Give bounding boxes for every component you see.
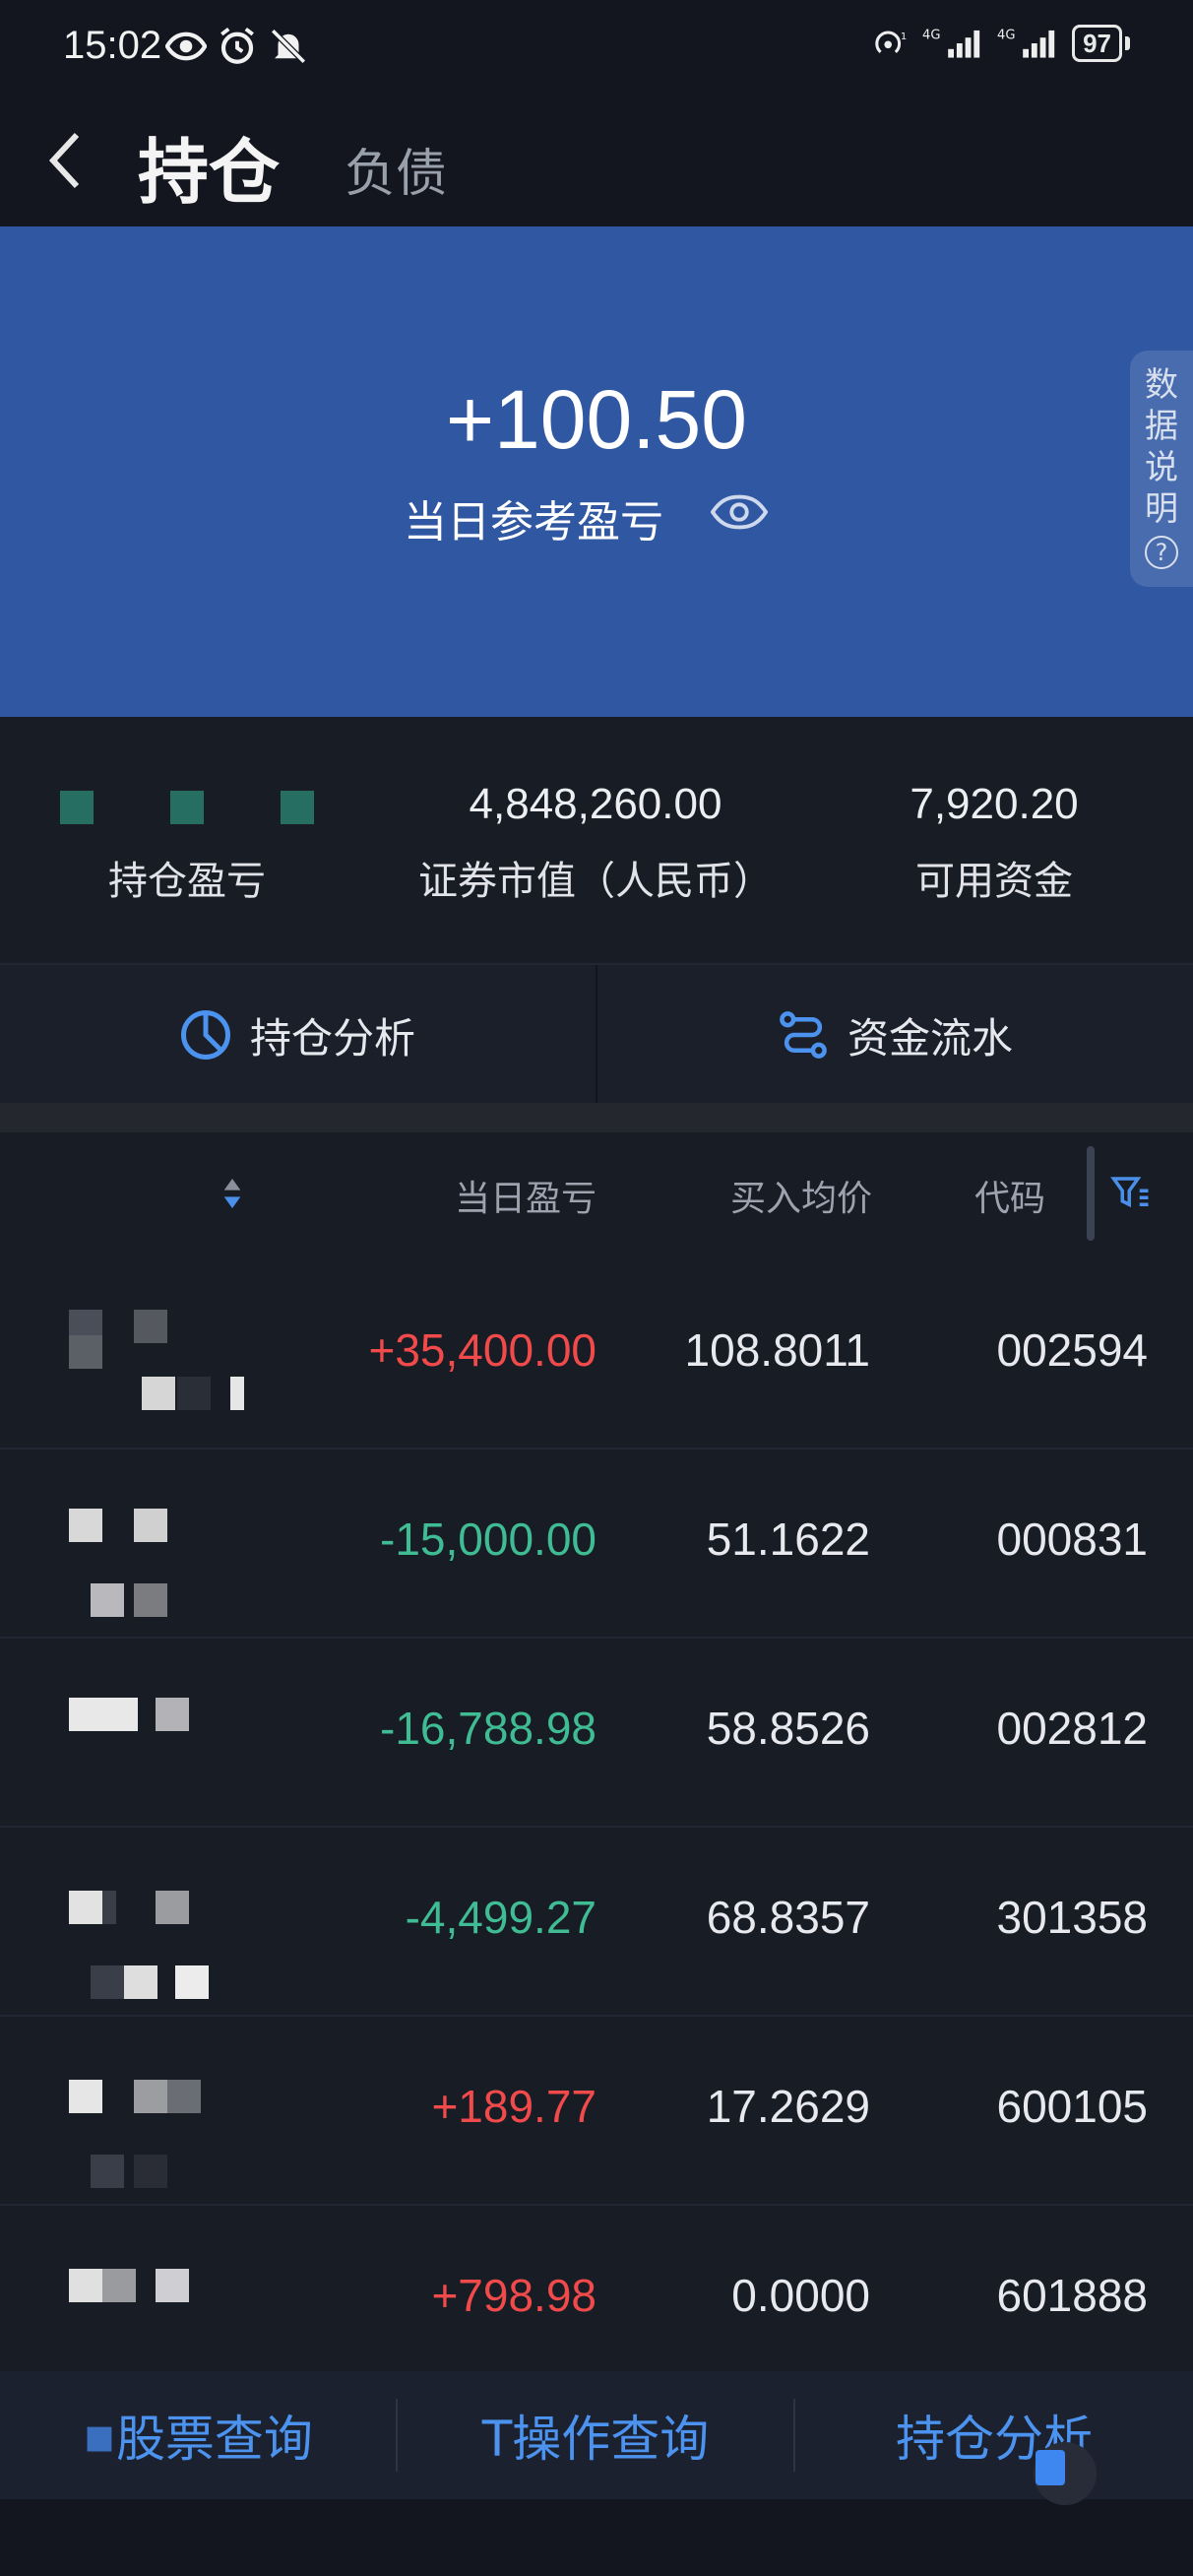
section-separator	[0, 1103, 1193, 1132]
row-daily-pnl: +35,400.00	[368, 1324, 596, 1376]
available-funds-col: 7,920.20 可用资金	[866, 780, 1122, 906]
stock-name-redacted	[69, 2255, 325, 2373]
table-row[interactable]: -4,499.27 68.8357 301358	[0, 1828, 1193, 2017]
side-explain-char: 据	[1145, 407, 1178, 446]
action-buttons: 持仓分析 资金流水	[0, 963, 1193, 1105]
row-code: 301358	[996, 1892, 1149, 1943]
eye-icon[interactable]	[711, 492, 768, 532]
battery-level: 97	[1072, 25, 1122, 62]
row-code: 601888	[996, 2270, 1149, 2321]
row-avg-cost: 51.1622	[706, 1513, 870, 1565]
holding-analysis-label: 持仓分析	[249, 1013, 415, 1063]
cash-flow-label: 资金流水	[847, 1013, 1013, 1063]
flow-icon	[780, 1011, 827, 1059]
holding-analysis-button[interactable]: 持仓分析	[0, 965, 595, 1105]
side-explain-char: 明	[1145, 489, 1178, 529]
stock-name-redacted	[69, 1688, 325, 1806]
data-explanation-tab[interactable]: 数 据 说 明 ?	[1130, 351, 1193, 587]
summary-row: 持仓盈亏 4,848,260.00 证券市值（人民币） 7,920.20 可用资…	[0, 717, 1193, 961]
stock-query-button[interactable]: ▪ 股票查询	[0, 2371, 396, 2499]
stock-name-redacted	[69, 1310, 325, 1428]
holding-pnl-label: 持仓盈亏	[108, 859, 266, 904]
battery-indicator: 97	[1072, 25, 1130, 62]
question-icon: ?	[1145, 536, 1178, 569]
chevron-left-icon	[48, 132, 80, 189]
eye-icon	[165, 32, 207, 61]
column-code[interactable]: 代码	[974, 1170, 1045, 1221]
market-value: 4,848,260.00	[469, 780, 722, 828]
tab-holdings[interactable]: 持仓	[138, 114, 280, 218]
row-daily-pnl: +798.98	[431, 2270, 596, 2321]
holdings-table-header: 当日盈亏 买入均价 代码	[0, 1132, 1193, 1260]
market-value-col: 4,848,260.00 证券市值（人民币）	[394, 780, 797, 906]
hotspot-icon: 1	[875, 31, 907, 53]
available-funds-label: 可用资金	[915, 859, 1073, 904]
pie-chart-icon	[181, 1010, 230, 1060]
svg-text:1: 1	[901, 32, 907, 42]
row-code: 600105	[996, 2081, 1149, 2132]
column-avg-cost[interactable]: 买入均价	[730, 1170, 872, 1221]
status-right-icons: 1 4G 4G 97	[873, 24, 1130, 63]
stock-query-label: 股票查询	[115, 2411, 313, 2468]
back-button[interactable]	[35, 128, 94, 193]
status-left-icons	[165, 26, 309, 67]
row-daily-pnl: +189.77	[431, 2081, 596, 2132]
table-row[interactable]: +35,400.00 108.8011 002594	[0, 1260, 1193, 1449]
stock-name-redacted	[69, 1499, 325, 1617]
row-code: 002812	[996, 1703, 1149, 1754]
bottom-safe-area	[0, 2499, 1193, 2576]
signal-4g-icon: 4G	[997, 29, 1055, 58]
svg-text:4G: 4G	[922, 29, 940, 43]
stock-name-redacted	[69, 1877, 325, 1999]
mute-icon	[271, 29, 306, 64]
row-avg-cost: 17.2629	[706, 2081, 870, 2132]
stock-name-redacted	[69, 2066, 325, 2188]
floating-mark	[1036, 2450, 1065, 2485]
battery-cap	[1125, 36, 1130, 50]
table-row[interactable]: +189.77 17.2629 600105	[0, 2017, 1193, 2206]
horizontal-scroll-indicator	[1087, 1146, 1095, 1241]
side-explain-char: 数	[1145, 365, 1178, 405]
available-funds: 7,920.20	[910, 780, 1079, 828]
svg-text:4G: 4G	[997, 29, 1015, 43]
row-code: 002594	[996, 1324, 1149, 1376]
column-daily-pnl[interactable]: 当日盈亏	[455, 1170, 596, 1221]
filter-icon[interactable]	[1110, 1172, 1152, 1213]
row-avg-cost: 58.8526	[706, 1703, 870, 1754]
row-avg-cost: 0.0000	[731, 2270, 870, 2321]
row-daily-pnl: -15,000.00	[380, 1513, 596, 1565]
t-operation-query-button[interactable]: T操作查询	[398, 2371, 793, 2499]
alarm-icon	[220, 27, 254, 64]
holding-pnl-redacted	[59, 780, 315, 835]
sort-icon	[224, 1179, 241, 1208]
row-daily-pnl: -4,499.27	[405, 1892, 596, 1943]
table-row[interactable]: -16,788.98 58.8526 002812	[0, 1639, 1193, 1828]
bottom-action-bar: ▪ 股票查询 T操作查询 持仓分析	[0, 2371, 1193, 2499]
row-daily-pnl: -16,788.98	[380, 1703, 596, 1754]
row-avg-cost: 68.8357	[706, 1892, 870, 1943]
row-avg-cost: 108.8011	[684, 1324, 870, 1376]
cash-flow-button[interactable]: 资金流水	[597, 965, 1192, 1105]
row-code: 000831	[996, 1513, 1149, 1565]
side-explain-char: 说	[1145, 448, 1178, 487]
daily-pnl-label: 当日参考盈亏	[404, 497, 663, 547]
market-value-label: 证券市值（人民币）	[418, 859, 773, 904]
signal-4g-icon: 4G	[922, 29, 980, 58]
status-bar: 15:02 1 4G 4G 97	[0, 0, 1193, 95]
holding-pnl-col: 持仓盈亏	[59, 780, 315, 906]
status-time: 15:02	[63, 24, 162, 67]
daily-pnl-panel: +100.50 当日参考盈亏 数 据 说 明 ?	[0, 226, 1193, 717]
table-row[interactable]: -15,000.00 51.1622 000831	[0, 1449, 1193, 1639]
column-name-header[interactable]	[63, 1170, 243, 1213]
holding-analysis-bottom-button[interactable]: 持仓分析	[795, 2371, 1193, 2499]
table-row[interactable]: +798.98 0.0000 601888	[0, 2206, 1193, 2395]
header: 持仓 负债	[0, 95, 1193, 226]
tab-liabilities[interactable]: 负债	[345, 132, 447, 206]
t-operation-query-label: T操作查询	[481, 2411, 710, 2468]
daily-pnl-value: +100.50	[446, 373, 747, 466]
